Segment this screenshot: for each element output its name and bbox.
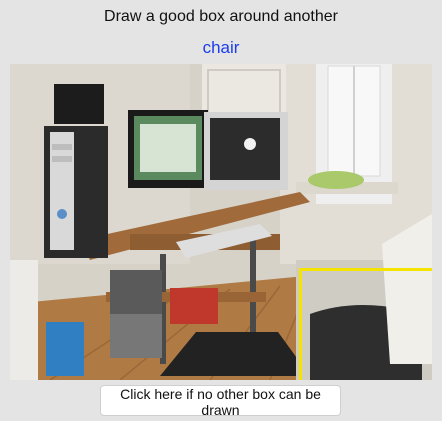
instruction-text: Draw a good box around another <box>104 8 338 25</box>
no-other-box-button[interactable]: Click here if no other box can be drawn <box>100 385 341 418</box>
target-label: chair <box>202 38 240 57</box>
annotation-canvas[interactable] <box>10 64 432 380</box>
room-photo <box>10 64 432 380</box>
